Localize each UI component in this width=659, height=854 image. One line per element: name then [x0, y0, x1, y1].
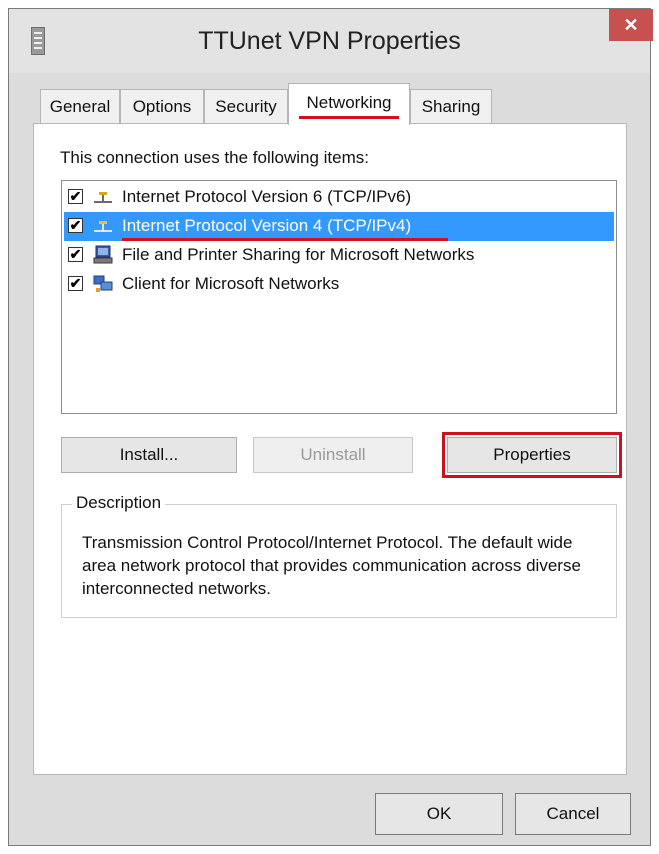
- window-title: TTUnet VPN Properties: [198, 27, 461, 55]
- title-bar[interactable]: TTUnet VPN Properties ✕: [9, 9, 653, 73]
- file-printer-sharing-label: File and Printer Sharing for Microsoft N…: [122, 245, 475, 264]
- annotation-highlight-box: [442, 432, 622, 478]
- tab-sharing[interactable]: Sharing: [410, 89, 492, 123]
- tab-options[interactable]: Options: [120, 89, 204, 123]
- ipv6-checkbox[interactable]: ✔: [68, 189, 83, 204]
- networking-panel: This connection uses the following items…: [33, 123, 627, 775]
- list-item-ipv6[interactable]: ✔ Internet Protocol Version 6 (TCP/IPv6): [64, 183, 614, 212]
- tab-general[interactable]: General: [40, 89, 120, 123]
- close-button[interactable]: ✕: [609, 9, 653, 41]
- tab-networking-label: Networking: [306, 93, 392, 112]
- ipv4-checkbox[interactable]: ✔: [68, 218, 83, 233]
- properties-dialog: TTUnet VPN Properties ✕ General Options …: [8, 8, 653, 846]
- ipv6-label: Internet Protocol Version 6 (TCP/IPv6): [122, 187, 412, 206]
- description-text: Transmission Control Protocol/Internet P…: [82, 533, 581, 598]
- network-client-icon: [93, 275, 113, 292]
- network-protocol-icon: [94, 192, 112, 203]
- uninstall-button[interactable]: Uninstall: [253, 437, 413, 473]
- items-label: This connection uses the following items…: [60, 148, 369, 167]
- description-group: Description Transmission Control Protoco…: [61, 493, 617, 618]
- install-button[interactable]: Install...: [61, 437, 237, 473]
- file-printer-sharing-icon: [93, 245, 113, 264]
- tab-networking[interactable]: Networking: [288, 83, 410, 125]
- list-item-client-networks[interactable]: ✔ Client for Microsoft Networks: [64, 270, 614, 299]
- ok-button[interactable]: OK: [375, 793, 503, 835]
- list-item-ipv4[interactable]: ✔ Internet Protocol Version 4 (TCP/IPv4): [64, 212, 614, 241]
- tab-security[interactable]: Security: [204, 89, 288, 123]
- ipv4-label: Internet Protocol Version 4 (TCP/IPv4): [122, 216, 412, 235]
- network-protocol-icon: [94, 221, 112, 232]
- description-title: Description: [72, 493, 166, 513]
- file-printer-sharing-checkbox[interactable]: ✔: [68, 247, 83, 262]
- annotation-underline: [299, 116, 399, 119]
- list-item-file-printer-sharing[interactable]: ✔ File and Printer Sharing for Microsoft…: [64, 241, 614, 270]
- cancel-button[interactable]: Cancel: [515, 793, 631, 835]
- client-networks-checkbox[interactable]: ✔: [68, 276, 83, 291]
- client-networks-label: Client for Microsoft Networks: [122, 274, 340, 293]
- connection-items-list[interactable]: ✔ Internet Protocol Version 6 (TCP/IPv6)…: [61, 180, 617, 414]
